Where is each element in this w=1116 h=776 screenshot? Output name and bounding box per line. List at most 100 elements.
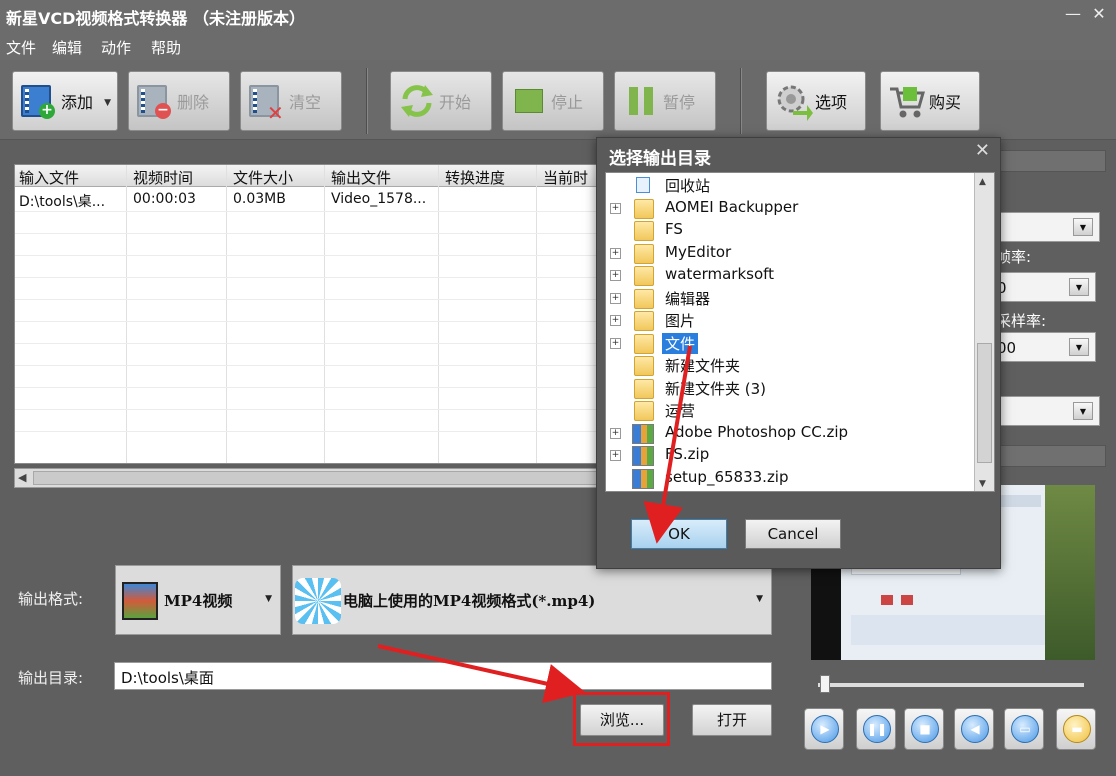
toolbar-separator (740, 68, 742, 134)
tree-item[interactable]: + 编辑器 (606, 288, 976, 310)
tree-item-label: 编辑器 (665, 289, 711, 308)
chevron-down-icon[interactable]: ▼ (104, 98, 111, 108)
open-button[interactable]: 打开 (692, 704, 772, 736)
play-button[interactable]: ▶ (804, 708, 844, 750)
col-duration[interactable]: 视频时间 (133, 167, 193, 188)
chevron-down-icon[interactable]: ▼ (756, 594, 763, 604)
vertical-scrollbar[interactable]: ▲ ▼ (974, 173, 994, 491)
scroll-up-icon[interactable]: ▲ (979, 177, 986, 187)
menu-action[interactable]: 动作 (101, 37, 131, 58)
tree-item[interactable]: + 图片 (606, 310, 976, 332)
format-detail-select[interactable]: 电脑上使用的MP4视频格式(*.mp4) ▼ (292, 565, 772, 635)
tree-item[interactable]: 新建文件夹 (3) (606, 378, 976, 400)
film-clear-icon: ✕ (247, 81, 287, 125)
menu-edit[interactable]: 编辑 (52, 37, 82, 58)
expand-icon[interactable]: + (610, 247, 621, 259)
toolbar: + 添加 ▼ − 删除 ✕ 清空 开始 停止 暂停 选项 购买 (0, 60, 1116, 140)
folder-icon (634, 311, 654, 331)
pause-player-button[interactable]: ❚❚ (856, 708, 896, 750)
options-button[interactable]: 选项 (766, 71, 866, 131)
tree-item[interactable]: + Adobe Photoshop CC.zip (606, 423, 976, 445)
output-dir-input[interactable]: D:\tools\桌面 (114, 662, 772, 690)
tree-item-label: 回收站 (665, 177, 711, 195)
stop-icon: ■ (911, 715, 939, 743)
setting-select-1[interactable]: ▼ (996, 212, 1100, 242)
pause-icon: ❚❚ (863, 715, 891, 743)
scroll-thumb[interactable] (33, 471, 613, 485)
sample-rate-select[interactable]: 00 ▼ (996, 332, 1096, 362)
menu-help[interactable]: 帮助 (151, 37, 181, 58)
start-button[interactable]: 开始 (390, 71, 492, 131)
minimize-button[interactable]: — (1062, 3, 1084, 25)
expand-icon[interactable]: + (610, 202, 621, 214)
chevron-down-icon[interactable]: ▼ (265, 594, 272, 604)
format-category-value: MP4视频 (164, 592, 233, 610)
col-progress[interactable]: 转换进度 (445, 167, 505, 188)
expand-icon[interactable]: + (610, 315, 621, 326)
file-table[interactable]: 输入文件 视频时间 文件大小 输出文件 转换进度 当前时 D:\tools\桌.… (14, 164, 604, 464)
tree-item[interactable]: setup_65833.zip (606, 468, 976, 490)
start-label: 开始 (439, 93, 472, 112)
chevron-down-icon[interactable]: ▼ (1073, 402, 1093, 420)
clear-label: 清空 (289, 93, 322, 112)
folder-icon (634, 266, 654, 286)
tree-item-label: FS (665, 220, 683, 238)
tree-item[interactable]: 回收站 (606, 175, 976, 197)
format-icon (295, 578, 341, 624)
col-output-file[interactable]: 输出文件 (331, 167, 391, 188)
frame-rate-label: 帧率: (996, 248, 1032, 266)
tree-item[interactable]: + AOMEI Backupper (606, 198, 976, 220)
scroll-down-icon[interactable]: ▼ (979, 479, 986, 489)
add-button[interactable]: + 添加 ▼ (12, 71, 118, 131)
frame-rate-select[interactable]: 0 ▼ (996, 272, 1096, 302)
zip-file-icon (632, 468, 654, 489)
expand-icon[interactable]: + (610, 427, 621, 439)
expand-icon[interactable]: + (610, 292, 621, 304)
horizontal-scrollbar[interactable]: ◀ (14, 468, 613, 488)
seek-slider[interactable] (818, 675, 1084, 693)
scroll-thumb[interactable] (977, 343, 992, 463)
col-current-time[interactable]: 当前时 (543, 167, 588, 188)
pause-icon (621, 81, 661, 121)
tree-item-label: FS.zip (665, 445, 710, 463)
close-button[interactable]: ✕ (1088, 3, 1110, 25)
volume-button[interactable]: ◀ (954, 708, 994, 750)
buy-button[interactable]: 购买 (880, 71, 980, 131)
tree-item[interactable]: + watermarksoft (606, 265, 976, 287)
stop-button[interactable]: 停止 (502, 71, 604, 131)
menu-file[interactable]: 文件 (6, 37, 36, 58)
col-input-file[interactable]: 输入文件 (19, 167, 79, 188)
expand-icon[interactable]: + (610, 337, 621, 349)
select-output-dir-dialog: 选择输出目录 ✕ setup_65833.zip + FS.zip + Adobe Ph… (596, 137, 1001, 569)
stop-icon (509, 81, 549, 121)
scroll-left-icon[interactable]: ◀ (18, 471, 26, 484)
tree-item[interactable]: FS (606, 220, 976, 242)
clear-button[interactable]: ✕ 清空 (240, 71, 342, 131)
delete-button[interactable]: − 删除 (128, 71, 230, 131)
tree-item[interactable]: 新建文件夹 (606, 355, 976, 377)
chevron-down-icon[interactable]: ▼ (1073, 218, 1093, 236)
buy-label: 购买 (929, 93, 962, 112)
dialog-close-button[interactable]: ✕ (975, 140, 990, 161)
folder-icon (634, 401, 654, 421)
tree-item[interactable]: + 文件 (606, 332, 976, 355)
format-category-select[interactable]: MP4视频 ▼ (115, 565, 281, 635)
stop-player-button[interactable]: ■ (904, 708, 944, 750)
expand-icon[interactable]: + (610, 270, 621, 281)
pause-button[interactable]: 暂停 (614, 71, 716, 131)
col-size[interactable]: 文件大小 (233, 167, 293, 188)
folder-tree[interactable]: setup_65833.zip + FS.zip + Adobe Photoshop C… (605, 172, 995, 492)
tree-item[interactable]: 运营 (606, 400, 976, 422)
open-folder-button[interactable]: ▬ (1056, 708, 1096, 750)
tree-item[interactable]: + MyEditor (606, 243, 976, 265)
folder-icon (634, 198, 654, 219)
expand-icon[interactable]: + (610, 450, 621, 461)
setting-select-4[interactable]: ▼ (996, 396, 1100, 426)
chevron-down-icon[interactable]: ▼ (1069, 338, 1089, 356)
snapshot-button[interactable]: ▭ (1004, 708, 1044, 750)
chevron-down-icon[interactable]: ▼ (1069, 278, 1089, 296)
cancel-button[interactable]: Cancel (745, 519, 841, 549)
tree-item[interactable]: + FS.zip (606, 445, 976, 467)
seek-slider-knob[interactable] (820, 675, 830, 693)
ok-button[interactable]: OK (631, 519, 727, 549)
